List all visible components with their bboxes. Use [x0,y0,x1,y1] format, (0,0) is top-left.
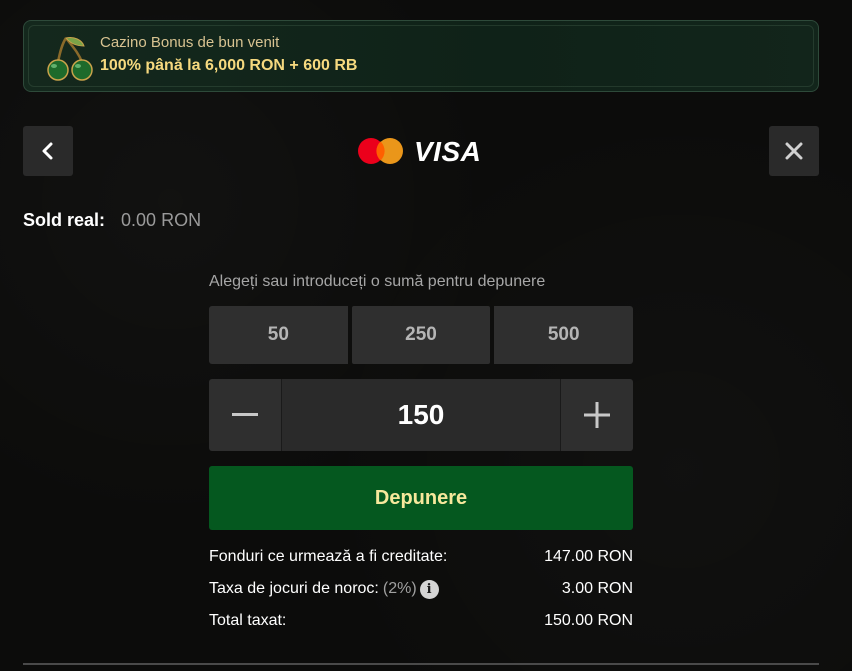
deposit-summary: Fonduri ce urmează a fi creditate: 147.0… [209,546,633,642]
amount-input[interactable]: 150 [281,379,561,451]
deposit-button[interactable]: Depunere [209,466,633,530]
summary-row-total: Total taxat: 150.00 RON [209,610,633,632]
back-button[interactable] [23,126,73,176]
summary-value: 3.00 RON [561,580,633,597]
decrease-button[interactable] [209,379,281,451]
plus-icon [584,402,610,428]
amount-stepper: 150 [209,379,633,451]
divider [23,663,819,665]
tax-percent: (2%) [382,580,417,597]
summary-value: 150.00 RON [544,612,633,629]
visa-logo: VISA [414,136,481,167]
preset-amount-500[interactable]: 500 [494,306,634,364]
summary-row-credited: Fonduri ce urmează a fi creditate: 147.0… [209,546,633,568]
welcome-bonus-banner[interactable]: Cazino Bonus de bun venit 100% până la 6… [23,20,819,92]
balance-label: Sold real: [23,210,106,230]
summary-value: 147.00 RON [544,548,633,565]
increase-button[interactable] [561,379,633,451]
payment-brand-logos: VISA [358,136,481,167]
info-icon[interactable]: i [419,579,439,599]
summary-label: Fonduri ce urmează a fi creditate: [209,548,448,565]
preset-amounts: 50 250 500 [209,306,634,364]
summary-label-wrap: Taxa de jocuri de noroc: (2%) i [209,579,439,599]
close-button[interactable] [769,126,819,176]
real-balance: Sold real: 0.00 RON [23,210,201,231]
summary-label: Total taxat: [209,612,287,629]
bonus-text: Cazino Bonus de bun venit 100% până la 6… [100,33,357,77]
mastercard-logo [358,138,403,164]
bonus-title: Cazino Bonus de bun venit [100,34,280,51]
balance-value: 0.00 RON [121,210,202,230]
deposit-prompt: Alegeți sau introduceți o sumă pentru de… [209,273,546,290]
cherry-icon [47,37,93,81]
chevron-left-icon [42,142,53,160]
bonus-offer: 100% până la 6,000 RON + 600 RB [100,57,358,74]
minus-icon [232,413,258,416]
close-icon [785,142,803,160]
preset-amount-50[interactable]: 50 [209,306,348,364]
preset-amount-250[interactable]: 250 [351,306,491,364]
summary-label: Taxa de jocuri de noroc: [209,580,379,597]
summary-row-tax: Taxa de jocuri de noroc: (2%) i 3.00 RON [209,578,633,600]
